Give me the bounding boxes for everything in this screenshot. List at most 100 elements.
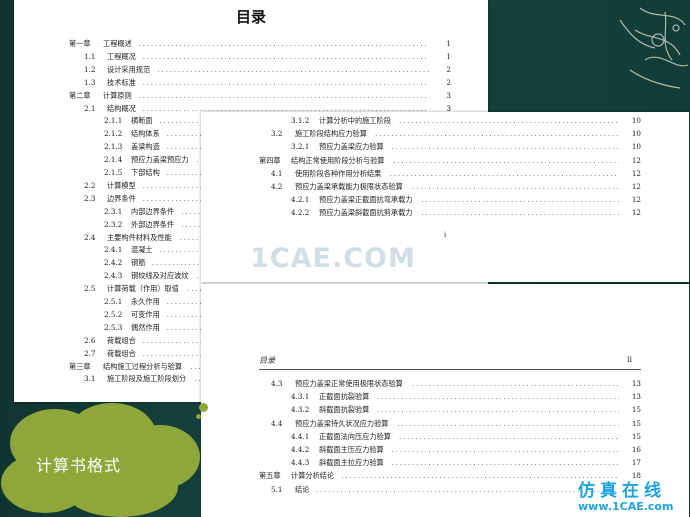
- toc-entry-page: 13: [631, 379, 641, 388]
- toc-entry-number: 4.2: [271, 182, 283, 191]
- toc-entry-number: 4.4.3: [291, 458, 310, 468]
- toc-entry-title: 内部边界条件: [131, 206, 175, 216]
- toc-entry-title: 外部边界条件: [131, 219, 175, 229]
- dot-leader: ........................................…: [142, 77, 429, 87]
- toc-entry-number: 3.1.2: [291, 116, 310, 125]
- toc-entry-title: 预应力盖梁应力验算: [319, 142, 384, 152]
- toc-entry: 3.2 施工阶段结构应力验算...........................…: [259, 128, 641, 140]
- toc-entry-page: 1: [446, 39, 451, 48]
- toc-entry-number: 2.4: [84, 232, 96, 242]
- toc-entry-title: 钢筋: [131, 258, 146, 268]
- toc-entry-number: 4.2.2: [291, 208, 310, 218]
- toc-entry-page: 17: [631, 458, 641, 468]
- dot-leader: ........................................…: [391, 445, 619, 454]
- page-number: i: [444, 231, 447, 239]
- toc-entry: 1.1 工程概况.................................…: [69, 51, 451, 63]
- toc-entry: 4.4.2 斜截面主压应力验算..........................…: [259, 444, 641, 456]
- toc-entry-page: 3: [446, 90, 451, 100]
- toc-entry-title: 计算荷载（作用）取值: [107, 284, 179, 294]
- toc-entry: 4.4.1 正截面法向压应力验算.........................…: [259, 431, 641, 443]
- toc-entry-page: 1: [446, 51, 451, 61]
- toc-entry-title: 盖梁构造: [131, 142, 160, 152]
- toc-entry-title: 正截面抗裂验算: [319, 392, 370, 402]
- toc-entry-page: 12: [631, 168, 641, 178]
- toc-entry-title: 荷载组合: [107, 348, 136, 358]
- toc-entry-title: 斜截面主拉应力验算: [319, 458, 384, 468]
- toc-entry-title: 结构体系: [131, 129, 160, 139]
- toc-entry: 1.2 设计采用规范...............................…: [69, 64, 451, 76]
- toc-entry-title: 施工阶段及施工阶段划分: [107, 374, 187, 384]
- toc-entry-number: 2.3: [84, 193, 96, 203]
- toc-entry-number: 2.6: [84, 335, 96, 345]
- dot-leader: ........................................…: [376, 392, 619, 402]
- toc-entry-page: 15: [631, 405, 641, 415]
- toc-entry-page: 12: [631, 155, 641, 165]
- toc-title: 目录: [235, 8, 266, 26]
- toc-entry-number: 第一章: [69, 39, 91, 48]
- dot-leader: ........................................…: [421, 208, 619, 218]
- toc-entry-number: 2.1.1: [104, 116, 123, 126]
- toc-entry-page: 10: [631, 142, 641, 152]
- dot-leader: ........................................…: [412, 182, 619, 191]
- toc-entry-page: 10: [631, 129, 641, 139]
- toc-entry-number: 4.3: [271, 379, 283, 388]
- toc-entry: 4.4 预应力盖梁持久状况应力验算........................…: [259, 418, 641, 430]
- toc-entry-title: 预应力盖梁预应力: [131, 155, 189, 165]
- toc-entry-title: 预应力盖梁斜截面抗剪承载力: [319, 208, 413, 218]
- toc-entry: 4.4.3 斜截面主拉应力验算..........................…: [259, 457, 641, 469]
- toc-entry-title: 结论: [295, 484, 310, 494]
- toc-entry-number: 4.2.1: [291, 195, 310, 205]
- toc-entry-number: 2.5.1: [104, 297, 123, 306]
- toc-entry-title: 预应力盖梁持久状况应力验算: [295, 418, 389, 428]
- toc-entry-number: 2.1.3: [104, 142, 123, 152]
- toc-entry-number: 2.1: [84, 103, 96, 113]
- toc-entry: 4.1 使用阶段各种作用分析结果.........................…: [259, 168, 641, 180]
- dot-leader: ........................................…: [412, 379, 619, 388]
- toc-entry-title: 混凝土: [131, 245, 153, 255]
- toc-entry-title: 计算原则: [103, 90, 132, 100]
- toc-entry-number: 1.3: [84, 77, 96, 87]
- floral-ornament-icon: [619, 7, 689, 89]
- toc-entry: 第四章 结构正常使用阶段分析与验算........................…: [259, 155, 641, 167]
- toc-entry-number: 2.4.1: [104, 245, 123, 255]
- cloud-dot: [199, 403, 208, 412]
- cloud-dot: [196, 414, 201, 419]
- toc-entry-title: 钢绞线及对应波纹: [131, 271, 189, 281]
- toc-entry-page: 2: [446, 77, 451, 87]
- toc-entry-title: 计算分析中的施工阶段: [319, 116, 391, 125]
- toc-entry: 1.3 技术标准.................................…: [69, 77, 451, 89]
- toc-entry-number: 2.5.2: [104, 309, 123, 319]
- dot-leader: ........................................…: [399, 116, 619, 125]
- slide-caption: 计算书格式: [36, 456, 122, 475]
- toc-entry-number: 5.1: [271, 484, 283, 494]
- dot-leader: ........................................…: [421, 195, 619, 205]
- toc-entry-page: 15: [631, 418, 641, 428]
- running-header-page: ii: [627, 355, 633, 364]
- dot-leader: ........................................…: [391, 458, 619, 468]
- dot-leader: ........................................…: [376, 405, 619, 415]
- toc-entry-title: 横断面: [131, 116, 153, 126]
- toc-entry-title: 工程概况: [107, 51, 136, 61]
- toc-entry-page: 12: [631, 195, 641, 205]
- toc-entry-title: 结构概况: [107, 103, 136, 113]
- toc-entry: 4.3.1 正截面抗裂验算............................…: [259, 391, 641, 403]
- toc-entry-number: 4.1: [271, 168, 283, 178]
- toc-entry-page: 10: [631, 116, 641, 125]
- toc-entry-title: 施工阶段结构应力验算: [295, 129, 367, 139]
- dot-leader: ........................................…: [142, 51, 429, 61]
- toc-entry: 第二章 计算原则.................................…: [69, 90, 451, 102]
- toc-entry-title: 预应力盖梁承载能力极限状态验算: [295, 182, 403, 191]
- dot-leader: ........................................…: [157, 64, 429, 74]
- toc-entry: 3.1.2 计算分析中的施工阶段.........................…: [259, 115, 641, 127]
- toc-entry-title: 计算模型: [107, 180, 136, 190]
- header-rule: [259, 369, 641, 370]
- toc-entry-page: 16: [631, 445, 641, 454]
- toc-entry-title: 计算分析结论: [291, 471, 335, 481]
- toc-entry-number: 4.4.2: [291, 445, 310, 454]
- toc-entry-number: 2.1.4: [104, 155, 123, 165]
- dot-leader: ........................................…: [375, 129, 619, 139]
- toc-entry-number: 2.3.2: [104, 219, 123, 229]
- toc-entry-title: 斜截面抗裂验算: [319, 405, 370, 415]
- brand-url: www.1CAE.com: [578, 500, 674, 513]
- toc-entry-number: 第二章: [69, 90, 91, 100]
